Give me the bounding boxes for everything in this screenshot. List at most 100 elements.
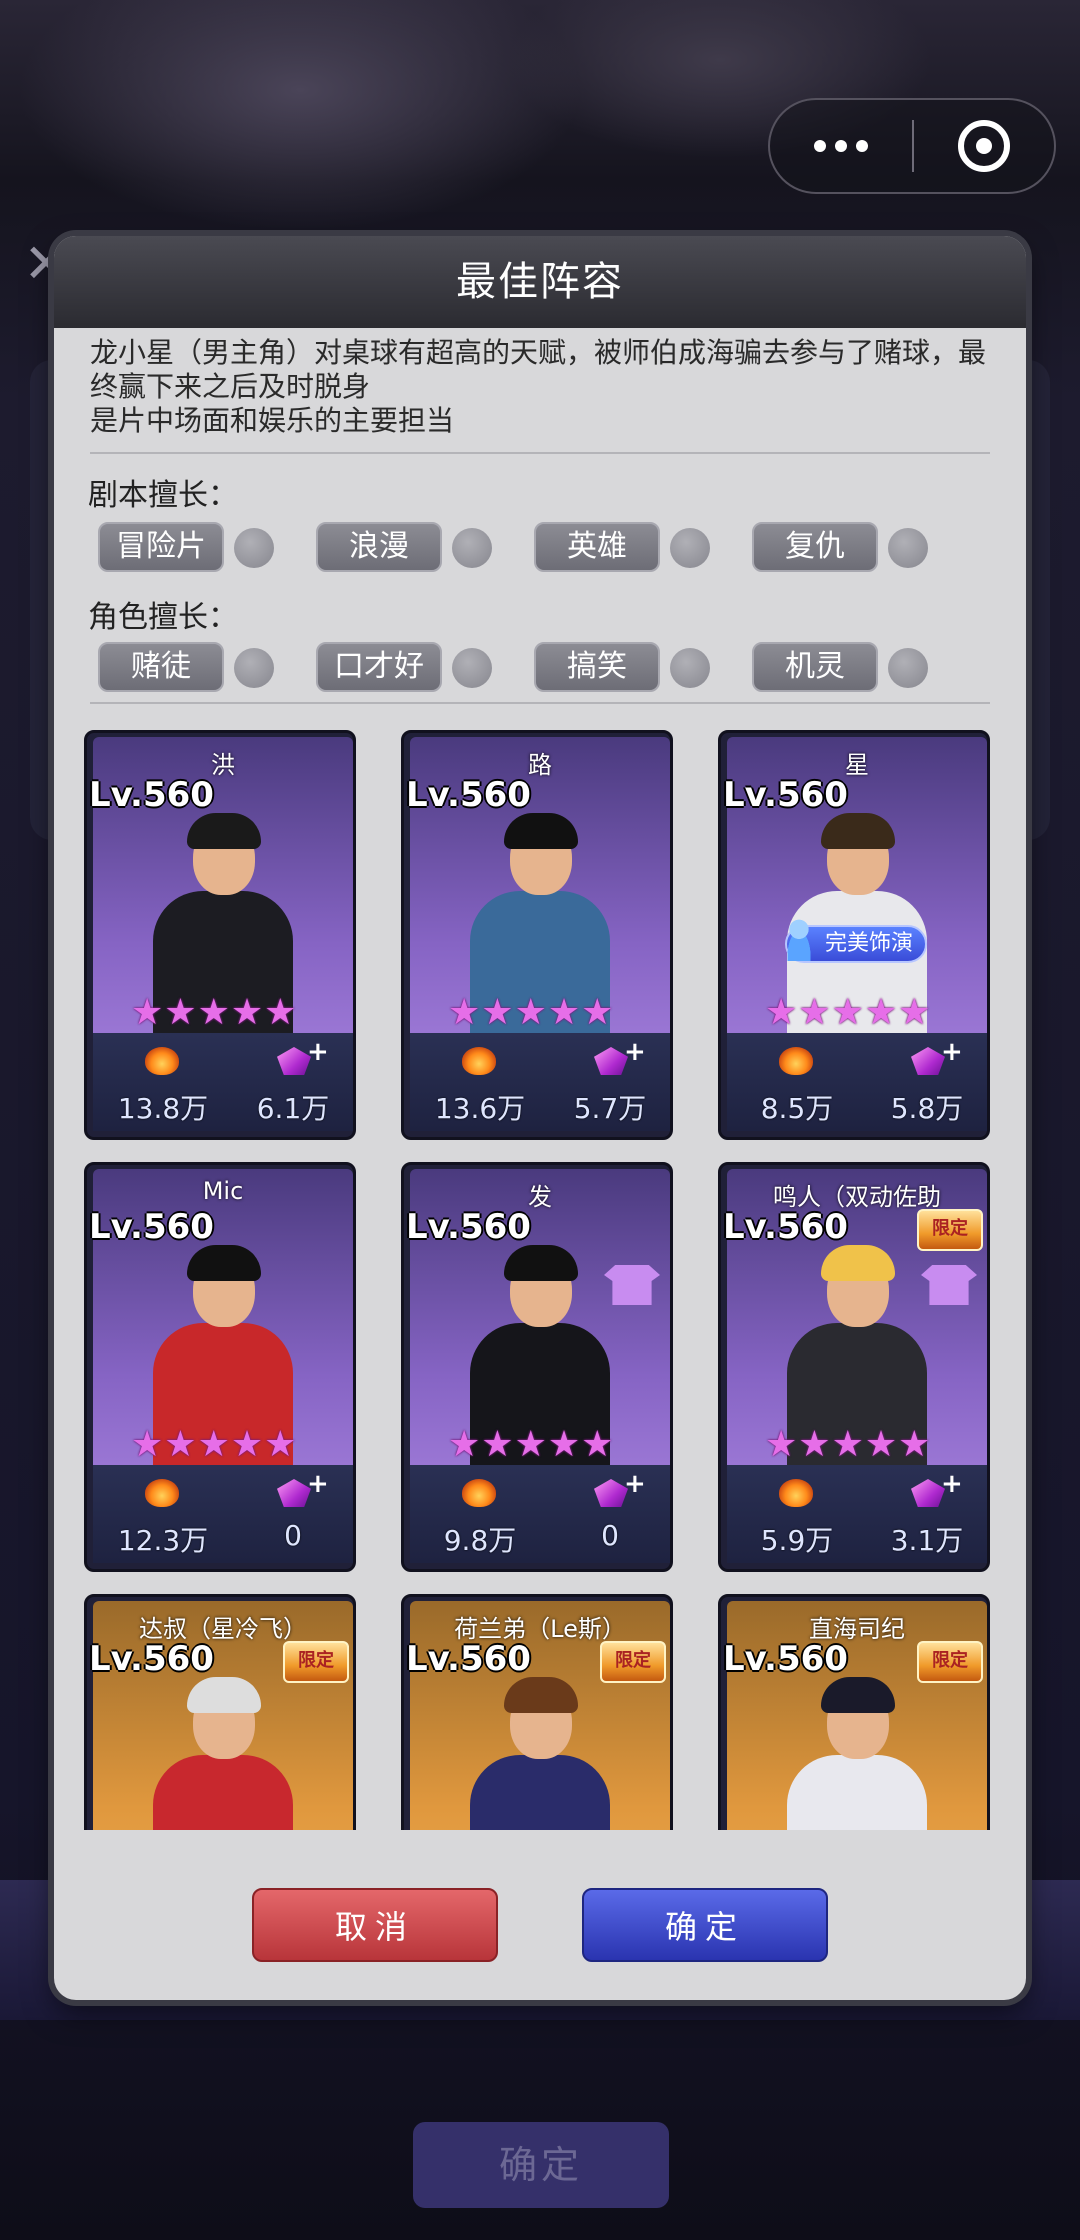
gem-value: 5.8万: [890, 1092, 964, 1125]
limited-badge: 限定: [600, 1641, 666, 1683]
miniprogram-capsule: [768, 98, 1056, 194]
fire-icon: [145, 1479, 179, 1507]
star-icon: ★: [448, 1424, 481, 1465]
character-card[interactable]: 荷兰弟（Le斯） Lv.560 限定: [401, 1594, 673, 1830]
power-value: 8.5万: [760, 1092, 834, 1125]
character-level: Lv.560: [89, 1207, 214, 1247]
character-level: Lv.560: [723, 1639, 848, 1679]
character-stats: +8.5万 5.8万: [727, 1033, 987, 1131]
star-icon: ★: [547, 1424, 581, 1465]
star-rating: ★ ★ ★ ★ ★: [765, 995, 955, 1031]
character-level: Lv.560: [89, 775, 214, 815]
background-confirm-button: 确定: [413, 2122, 669, 2208]
role-tag: 搞笑: [534, 642, 660, 692]
character-card[interactable]: 路 Lv.560 ★ ★ ★ ★ ★ +13.6万 5.7万: [401, 730, 673, 1140]
dialog-title: 最佳阵容: [54, 236, 1026, 328]
star-icon: ★: [230, 1424, 264, 1465]
gem-value: 3.1万: [890, 1524, 964, 1557]
target-icon[interactable]: [914, 100, 1054, 192]
script-skill-label: 剧本擅长：: [88, 478, 238, 513]
gem-icon: [594, 1479, 628, 1507]
description-line: 终赢下来之后及时脱身: [90, 370, 371, 403]
star-icon: ★: [864, 1424, 898, 1465]
plus-icon: +: [307, 1469, 329, 1499]
character-level: Lv.560: [723, 775, 848, 815]
character-card[interactable]: 星 Lv.560 完美饰演 ★ ★ ★ ★ ★ +8.5万 5.8万: [718, 730, 990, 1140]
perfect-role-label: 完美饰演: [824, 931, 913, 956]
star-icon: ★: [831, 992, 864, 1033]
more-dots-icon[interactable]: [770, 100, 912, 192]
star-rating: ★ ★ ★ ★ ★: [765, 1427, 955, 1463]
star-icon: ★: [765, 992, 798, 1033]
star-icon: ★: [264, 1424, 297, 1465]
gem-icon: [277, 1047, 311, 1075]
divider: [90, 452, 990, 454]
character-grid: 洪 Lv.560 ★ ★ ★ ★ ★ +13.8万 6.1万路 Lv.560 ★ ★ ★ ★ ★ +13.6万…: [54, 730, 1026, 1830]
plus-icon: +: [624, 1469, 646, 1499]
character-level: Lv.560: [723, 1207, 848, 1247]
plus-icon: +: [941, 1037, 963, 1067]
star-icon: ★: [230, 992, 264, 1033]
star-icon: ★: [798, 1424, 831, 1465]
character-card[interactable]: 鸣人（双动佐助 Lv.560 限定 ★ ★ ★ ★ ★ +5.9万 3.1万: [718, 1162, 990, 1572]
character-name: Mic: [202, 1177, 244, 1205]
script-tag: 复仇: [752, 522, 878, 572]
tag-dot-icon: [234, 528, 274, 568]
power-value: 13.8万: [117, 1092, 209, 1125]
power-value: 12.3万: [117, 1524, 209, 1557]
character-level: Lv.560: [406, 1639, 531, 1679]
tag-dot-icon: [670, 528, 710, 568]
character-card[interactable]: Mic Lv.560 ★ ★ ★ ★ ★ +12.3万 0: [84, 1162, 356, 1572]
character-card[interactable]: 洪 Lv.560 ★ ★ ★ ★ ★ +13.8万 6.1万: [84, 730, 356, 1140]
star-rating: ★ ★ ★ ★ ★: [448, 1427, 638, 1463]
star-icon: ★: [765, 1424, 798, 1465]
star-icon: ★: [798, 992, 831, 1033]
character-figure: [787, 1677, 927, 1830]
gem-icon: [277, 1479, 311, 1507]
role-skill-label: 角色擅长：: [88, 600, 238, 635]
star-icon: ★: [514, 992, 547, 1033]
role-tag: 赌徒: [98, 642, 224, 692]
tag-dot-icon: [234, 648, 274, 688]
star-icon: ★: [898, 1424, 931, 1465]
character-stats: +13.8万 6.1万: [93, 1033, 353, 1131]
divider: [90, 702, 990, 704]
character-card[interactable]: 达叔（星冷飞） Lv.560 限定: [84, 1594, 356, 1830]
fire-icon: [779, 1047, 813, 1075]
costume-icon: [921, 1265, 977, 1305]
star-icon: ★: [131, 1424, 164, 1465]
star-icon: ★: [197, 1424, 230, 1465]
star-rating: ★ ★ ★ ★ ★: [448, 995, 638, 1031]
fire-icon: [462, 1479, 496, 1507]
plus-icon: +: [307, 1037, 329, 1067]
script-tag: 浪漫: [316, 522, 442, 572]
tag-dot-icon: [670, 648, 710, 688]
star-icon: ★: [864, 992, 898, 1033]
tag-dot-icon: [452, 648, 492, 688]
perfect-role-badge: 完美饰演: [781, 917, 927, 963]
star-rating: ★ ★ ★ ★ ★: [131, 1427, 321, 1463]
gem-icon: [911, 1047, 945, 1075]
confirm-button[interactable]: 确定: [582, 1888, 828, 1962]
power-value: 9.8万: [443, 1524, 517, 1557]
gem-value: 0: [284, 1519, 302, 1552]
gem-value: 5.7万: [573, 1092, 647, 1125]
plus-icon: +: [624, 1037, 646, 1067]
gem-value: 6.1万: [256, 1092, 330, 1125]
star-icon: ★: [197, 992, 230, 1033]
tag-dot-icon: [888, 528, 928, 568]
character-stats: +12.3万 0: [93, 1465, 353, 1563]
costume-icon: [604, 1265, 660, 1305]
power-value: 5.9万: [760, 1524, 834, 1557]
role-tag: 机灵: [752, 642, 878, 692]
star-icon: ★: [481, 992, 514, 1033]
script-tag: 冒险片: [98, 522, 224, 572]
person-icon: [781, 917, 817, 961]
cancel-button[interactable]: 取消: [252, 1888, 498, 1962]
fire-icon: [779, 1479, 813, 1507]
character-card[interactable]: 直海司纪 Lv.560 限定: [718, 1594, 990, 1830]
character-card[interactable]: 发 Lv.560 ★ ★ ★ ★ ★ +9.8万 0: [401, 1162, 673, 1572]
gem-icon: [911, 1479, 945, 1507]
star-rating: ★ ★ ★ ★ ★: [131, 995, 321, 1031]
star-icon: ★: [164, 992, 197, 1033]
